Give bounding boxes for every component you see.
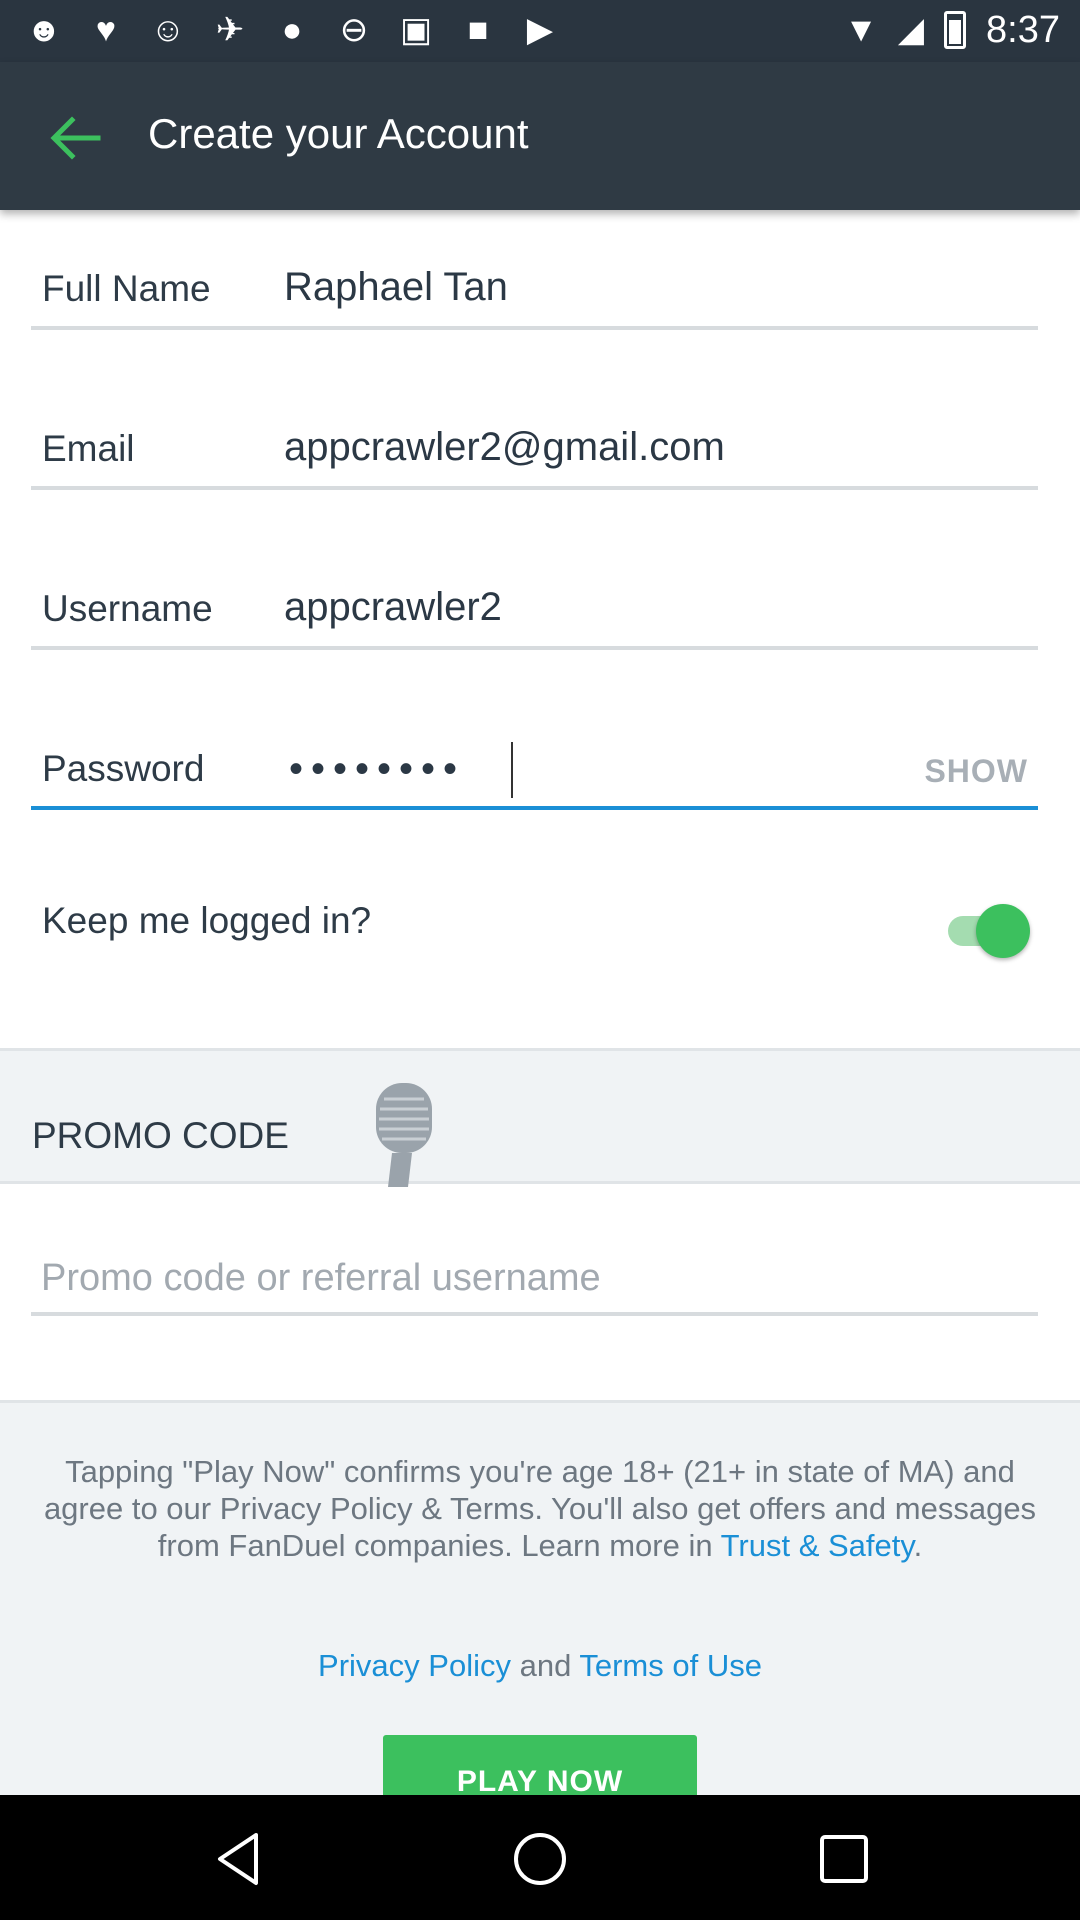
status-bar: ☻ ♥ ☺ ✈ ● ⊖ ▣ ■ ▶ ▼ ◢ 8:37 xyxy=(0,0,1080,62)
app-icon: ☻ xyxy=(26,11,62,49)
wifi-icon: ▼ xyxy=(844,11,878,49)
keep-logged-in-row: Keep me logged in? xyxy=(0,880,1080,980)
show-password-button[interactable]: SHOW xyxy=(924,753,1028,790)
play-now-button[interactable]: PLAY NOW xyxy=(383,1735,697,1798)
disclaimer-end: . xyxy=(913,1528,923,1563)
bulb-icon: ● xyxy=(281,11,303,49)
microphone-icon[interactable] xyxy=(364,1081,436,1187)
lock-icon: ▣ xyxy=(399,11,433,49)
privacy-policy-link[interactable]: Privacy Policy xyxy=(318,1648,511,1683)
email-value[interactable]: appcrawler2@gmail.com xyxy=(284,425,725,470)
password-value[interactable]: •••••••• xyxy=(289,747,465,792)
promo-code-title: PROMO CODE xyxy=(32,1115,289,1156)
signal-icon: ◢ xyxy=(897,11,925,49)
email-field[interactable]: Email appcrawler2@gmail.com xyxy=(31,370,1038,490)
heart-icon: ♥ xyxy=(95,11,117,49)
toggle-thumb xyxy=(976,904,1030,958)
chat-icon: ☺ xyxy=(150,11,186,49)
battery-icon xyxy=(944,11,967,49)
page-title: Create your Account xyxy=(148,110,529,157)
play-store-icon: ▶ xyxy=(526,11,554,49)
briefcase-icon: ■ xyxy=(467,11,489,49)
arrow-back-icon xyxy=(50,116,101,160)
status-time: 8:37 xyxy=(986,9,1060,51)
username-label: Username xyxy=(42,588,213,629)
dnd-icon: ⊖ xyxy=(339,11,369,49)
text-cursor xyxy=(511,742,513,798)
system-nav-bar xyxy=(0,1795,1080,1920)
and-text: and xyxy=(510,1648,580,1683)
keep-logged-in-toggle[interactable] xyxy=(948,900,1030,958)
keep-logged-in-label: Keep me logged in? xyxy=(42,900,372,941)
disclaimer-section: Tapping "Play Now" confirms you're age 1… xyxy=(0,1400,1080,1798)
policy-links: Privacy Policy and Terms of Use xyxy=(0,1648,1080,1684)
promo-code-field[interactable] xyxy=(31,1230,1038,1316)
promo-code-input[interactable] xyxy=(41,1257,1021,1300)
tracker-icon: ✈ xyxy=(215,11,245,49)
recents-nav-icon[interactable] xyxy=(814,1829,874,1889)
disclaimer-text: Tapping "Play Now" confirms you're age 1… xyxy=(22,1453,1058,1564)
play-now-label: PLAY NOW xyxy=(456,1765,624,1798)
password-field[interactable]: Password •••••••• SHOW xyxy=(31,690,1038,810)
password-label: Password xyxy=(42,748,205,789)
app-bar: Create your Account xyxy=(0,62,1080,210)
full-name-label: Full Name xyxy=(42,268,211,309)
full-name-field[interactable]: Full Name Raphael Tan xyxy=(31,210,1038,330)
username-field[interactable]: Username appcrawler2 xyxy=(31,530,1038,650)
email-label: Email xyxy=(42,428,135,469)
home-nav-icon[interactable] xyxy=(510,1829,570,1889)
notification-icons: ☻ ♥ ☺ ✈ ● ⊖ ▣ ■ ▶ xyxy=(24,10,560,50)
back-nav-icon[interactable] xyxy=(208,1829,268,1889)
back-button[interactable] xyxy=(38,106,110,170)
trust-safety-link[interactable]: Trust & Safety xyxy=(721,1528,914,1563)
username-value[interactable]: appcrawler2 xyxy=(284,585,502,630)
terms-of-use-link[interactable]: Terms of Use xyxy=(579,1648,762,1683)
full-name-value[interactable]: Raphael Tan xyxy=(284,265,508,310)
promo-code-header: PROMO CODE xyxy=(0,1048,1080,1187)
